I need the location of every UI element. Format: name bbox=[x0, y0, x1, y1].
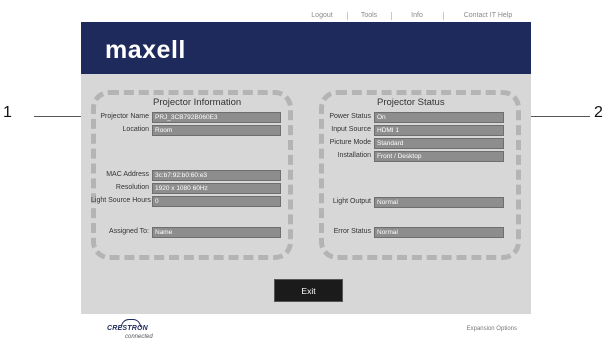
callout-1: 1 bbox=[3, 104, 12, 121]
crestron-wordmark: CRESTRON bbox=[107, 325, 148, 332]
projector-name-label: Projector Name bbox=[100, 113, 149, 120]
light-source-hours-label: Light Source Hours bbox=[91, 197, 151, 204]
resolution-value: 1920 x 1080 60Hz bbox=[152, 183, 281, 194]
maxell-logo: maxell bbox=[105, 36, 186, 64]
exit-button[interactable]: Exit bbox=[274, 279, 343, 302]
info-link[interactable]: Info bbox=[393, 10, 441, 22]
assigned-to-label: Assigned To: bbox=[109, 228, 149, 235]
assigned-to-value: Name bbox=[152, 227, 281, 238]
nav-separator bbox=[443, 12, 444, 20]
resolution-label: Resolution bbox=[115, 184, 149, 191]
header-banner: maxell bbox=[81, 22, 531, 74]
mac-address-value: 3c:b7:92:b0:60:e3 bbox=[152, 170, 281, 181]
location-label: Location bbox=[122, 126, 149, 133]
crestron-connected-logo: CRESTRON connected bbox=[103, 319, 163, 341]
picture-mode-value: Standard bbox=[374, 138, 504, 149]
location-value: Room bbox=[152, 125, 281, 136]
tools-link[interactable]: Tools bbox=[349, 10, 389, 22]
light-source-hours-value: 0 bbox=[152, 196, 281, 207]
input-source-value: HDMI 1 bbox=[374, 125, 504, 136]
top-nav: Logout Tools Info Contact IT Help bbox=[81, 10, 531, 22]
error-status-label: Error Status bbox=[333, 228, 371, 235]
power-status-label: Power Status bbox=[329, 113, 371, 120]
projector-status-panel: Projector Status Power Status On Input S… bbox=[319, 90, 521, 260]
error-status-value: Normal bbox=[374, 227, 504, 238]
nav-separator bbox=[391, 12, 392, 20]
mac-address-label: MAC Address bbox=[106, 171, 149, 178]
logout-link[interactable]: Logout bbox=[299, 10, 345, 22]
callout-2: 2 bbox=[594, 104, 603, 121]
expansion-options-link[interactable]: Expansion Options bbox=[467, 326, 517, 332]
picture-mode-label: Picture Mode bbox=[329, 139, 371, 146]
panel-title: Projector Information bbox=[153, 97, 242, 108]
installation-value: Front / Desktop bbox=[374, 151, 504, 162]
contact-it-help-link[interactable]: Contact IT Help bbox=[447, 10, 529, 22]
light-output-label: Light Output bbox=[332, 198, 371, 205]
light-output-value: Normal bbox=[374, 197, 504, 208]
power-status-value: On bbox=[374, 112, 504, 123]
crestron-connected-text: connected bbox=[125, 334, 153, 340]
projector-information-panel: Projector Information Projector Name PRJ… bbox=[91, 90, 293, 260]
panel-title: Projector Status bbox=[377, 97, 445, 108]
nav-separator bbox=[347, 12, 348, 20]
installation-label: Installation bbox=[337, 152, 371, 159]
projector-name-value: PRJ_3CB792B060E3 bbox=[152, 112, 281, 123]
input-source-label: Input Source bbox=[331, 126, 371, 133]
footer: CRESTRON connected Expansion Options bbox=[81, 314, 531, 345]
